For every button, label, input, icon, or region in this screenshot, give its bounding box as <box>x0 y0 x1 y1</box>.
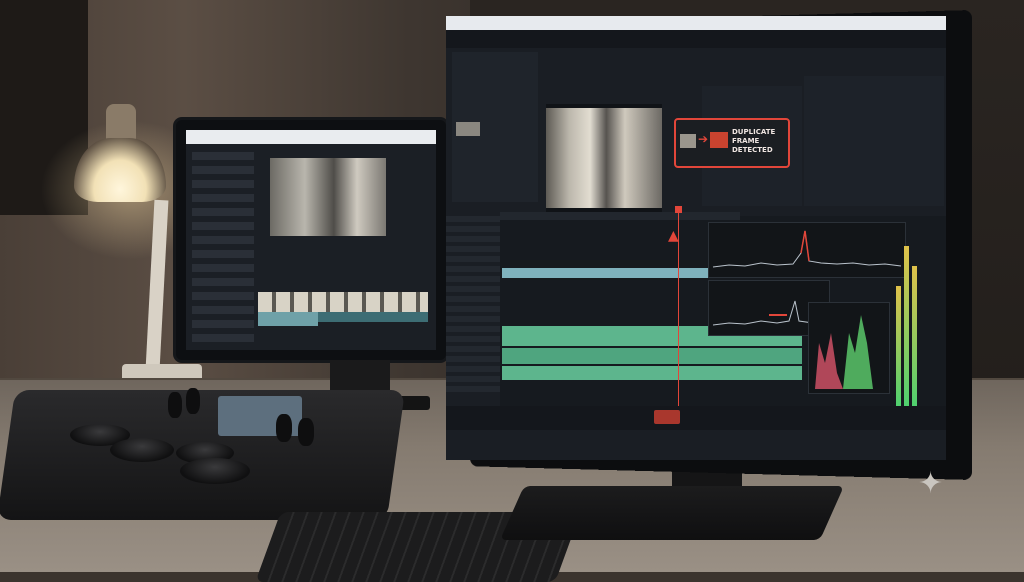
parade-graph <box>815 315 873 389</box>
secondary-viewer-frame <box>270 158 386 236</box>
panel-knob <box>276 414 292 442</box>
viewer-frame <box>546 108 662 208</box>
secondary-title-bar <box>186 130 436 144</box>
audio-meters <box>896 226 924 406</box>
secondary-side-panel <box>192 152 254 342</box>
audio-meter <box>912 266 917 406</box>
timeline-ruler[interactable] <box>500 212 740 220</box>
trackball <box>110 438 174 462</box>
secondary-video-track <box>258 292 428 312</box>
trackball <box>180 458 250 484</box>
alert-text: DUPLICATE FRAME DETECTED <box>732 128 776 154</box>
track-headers <box>446 216 502 396</box>
audio-clip[interactable] <box>502 348 802 364</box>
waveform-scope <box>708 222 906 278</box>
menu-bar <box>446 30 946 48</box>
secondary-clip <box>258 312 318 326</box>
secondary-clip <box>318 312 428 322</box>
warning-triangle-icon <box>710 132 728 148</box>
deliver-page-button[interactable] <box>654 410 680 424</box>
desk-lamp <box>74 138 166 202</box>
editing-software-ui: ➔ DUPLICATE FRAME DETECTED ▲ <box>446 16 946 460</box>
parade-scope <box>808 302 890 394</box>
sparkle-icon: ✦ <box>918 466 944 501</box>
title-bar <box>446 16 946 30</box>
panel-knob <box>298 418 314 446</box>
frame-thumbnail <box>680 134 696 148</box>
media-clip-thumbnail[interactable] <box>456 122 480 136</box>
audio-clip[interactable] <box>502 366 802 380</box>
waveform-graph <box>712 230 902 268</box>
right-settings-panel <box>804 76 944 206</box>
warning-triangle-icon: ▲ <box>668 228 679 244</box>
panel-knob <box>186 388 200 414</box>
arrow-right-icon: ➔ <box>698 132 709 146</box>
audio-meter <box>896 286 901 406</box>
main-monitor-foot <box>499 486 845 540</box>
page-switcher-bar <box>446 406 946 430</box>
panel-knob <box>168 392 182 418</box>
audio-meter <box>904 246 909 406</box>
